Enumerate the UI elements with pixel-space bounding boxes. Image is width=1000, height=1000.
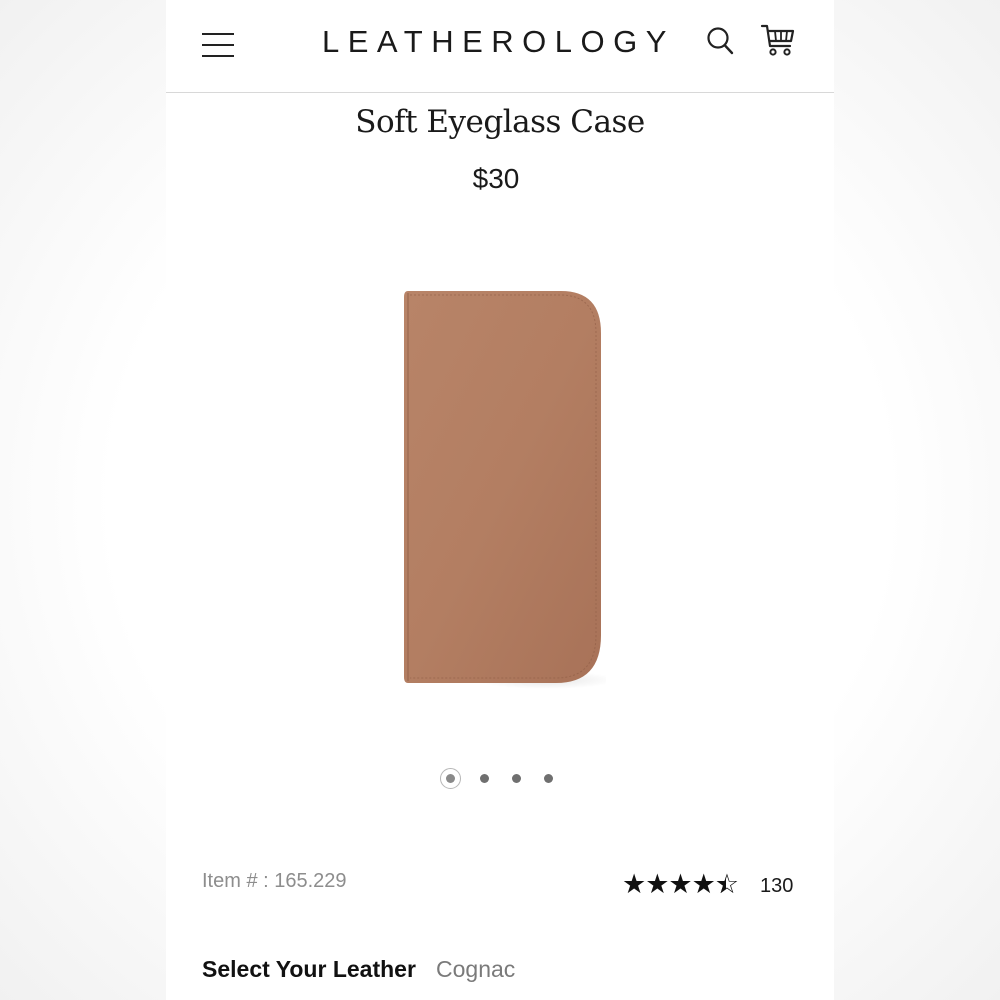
carousel-dot-1[interactable] — [440, 768, 461, 789]
product-image[interactable] — [396, 285, 606, 690]
item-number: Item # : 165.229 — [202, 870, 347, 892]
shopping-cart-icon[interactable] — [760, 22, 796, 58]
leather-select-label: Select Your Leather — [202, 956, 416, 982]
star-rating-icon: ★★★★☆★ — [622, 869, 739, 899]
leather-selected-value[interactable]: Cognac — [436, 956, 515, 983]
site-header: LEATHEROLOGY — [166, 0, 834, 93]
carousel-dot-2[interactable] — [480, 774, 489, 783]
product-title: Soft Eyeglass Case — [355, 104, 645, 140]
carousel-dot-4[interactable] — [544, 774, 553, 783]
image-carousel-dots — [440, 768, 560, 790]
product-price: $30 — [472, 163, 520, 194]
search-icon[interactable] — [706, 26, 734, 56]
carousel-dot-3[interactable] — [512, 774, 521, 783]
review-count: 130 — [760, 875, 794, 897]
mobile-viewport: LEATHEROLOGY Soft Eyeglass Case $30 Item… — [166, 0, 834, 1000]
brand-logo[interactable]: LEATHEROLOGY — [322, 24, 675, 60]
rating-summary[interactable]: ★★★★☆★ 130 — [622, 870, 802, 900]
hamburger-menu-icon[interactable] — [202, 32, 234, 58]
